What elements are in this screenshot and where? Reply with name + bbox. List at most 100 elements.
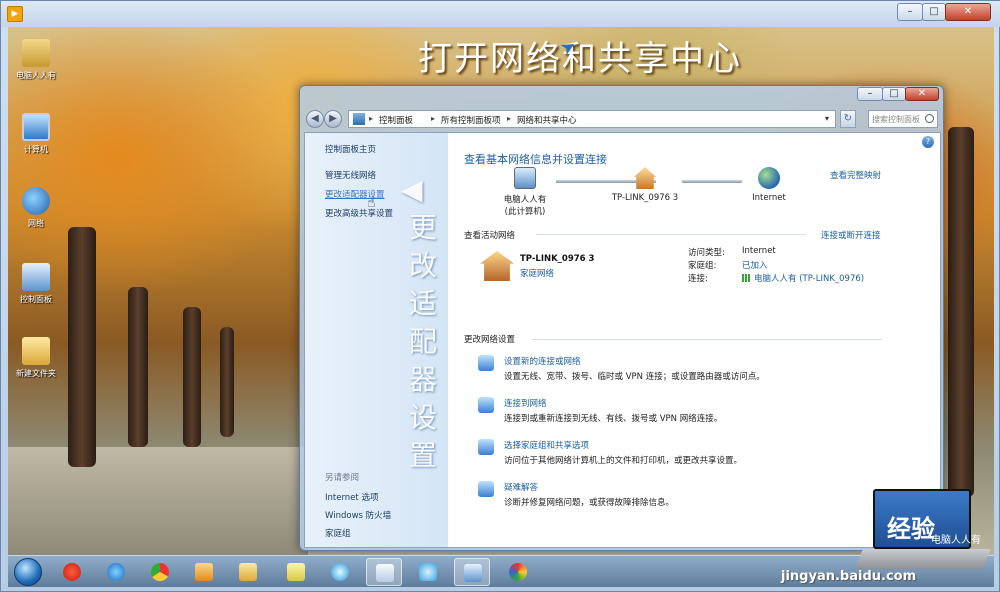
taskbar-item-explorer[interactable] <box>230 558 266 586</box>
search-input[interactable]: 搜索控制面板 <box>868 110 938 128</box>
desktop-icon-control-panel[interactable]: 控制面板 <box>8 263 66 305</box>
sidebar-control-panel-home[interactable]: 控制面板主页 <box>325 143 376 155</box>
change-settings-header: 更改网络设置 <box>464 335 516 345</box>
search-icon <box>925 114 934 123</box>
control-panel-icon <box>353 113 365 125</box>
taskbar-item-ie[interactable] <box>98 558 134 586</box>
taskbar-item-notes[interactable] <box>278 558 314 586</box>
chrome-icon <box>151 563 169 581</box>
task-description: 访问位于其他网络计算机上的文件和打印机，或更改共享设置。 <box>504 456 743 466</box>
hand-cursor-icon: ☝ <box>367 195 376 211</box>
address-bar[interactable]: ▸ 控制面板 ▸ 所有控制面板项 ▸ 网络和共享中心 ▾ <box>348 110 836 128</box>
player-maximize-button[interactable]: □ <box>922 3 946 21</box>
desktop-icon-network[interactable]: 网络 <box>8 187 66 229</box>
map-node-internet: Internet <box>724 167 814 203</box>
task-title-link[interactable]: 设置新的连接或网络 <box>504 355 581 367</box>
taskbar-item-chrome[interactable] <box>142 558 178 586</box>
network-icon <box>419 563 437 581</box>
homegroup-value-link[interactable]: 已加入 <box>742 259 768 271</box>
main-panel: ? 查看基本网络信息并设置连接 查看完整映射 电脑人人有 (此计算机) TP-L… <box>448 133 940 547</box>
ie-icon <box>107 563 125 581</box>
player-icon[interactable]: ▶ <box>7 6 23 22</box>
connection-value-link[interactable]: 电脑人人有 (TP-LINK_0976) <box>742 272 864 284</box>
browser-360-icon <box>331 563 349 581</box>
desktop-icon-new-folder[interactable]: 新建文件夹 <box>8 337 66 379</box>
taskbar-item-control-panel[interactable] <box>454 558 490 586</box>
refresh-button[interactable]: ↻ <box>840 110 856 128</box>
network-sharing-center-window: – □ ✕ ◀ ▶ ▸ 控制面板 ▸ 所有控制面板项 ▸ 网络和共享中心 ▾ ↻… <box>299 85 944 551</box>
connection-label: 连接: <box>688 274 708 284</box>
task-title-link[interactable]: 疑难解答 <box>504 481 538 493</box>
forward-button[interactable]: ▶ <box>324 110 342 128</box>
sidebar-item-homegroup[interactable]: 家庭组 <box>325 527 351 539</box>
task-description: 连接到或重新连接到无线、有线、拨号或 VPN 网络连接。 <box>504 414 723 424</box>
wallpaper-tree-trunk <box>68 227 96 467</box>
breadcrumb-all-items[interactable]: 所有控制面板项 <box>441 114 501 126</box>
help-icon[interactable]: ? <box>922 136 934 148</box>
page-title: 查看基本网络信息并设置连接 <box>464 153 607 166</box>
start-button[interactable] <box>14 558 42 586</box>
map-node-label: 电脑人人有 <box>503 195 547 205</box>
map-node-sublabel: (此计算机) <box>504 207 546 217</box>
breadcrumb-network-center[interactable]: 网络和共享中心 <box>517 114 577 126</box>
taskbar-item-360[interactable] <box>322 558 358 586</box>
sidebar-item-change-adapter[interactable]: 更改适配器设置 <box>325 188 385 200</box>
troubleshoot-icon <box>478 481 494 497</box>
wallpaper-tree-trunk <box>128 287 148 447</box>
map-node-label: Internet <box>752 193 786 203</box>
banner-title: 打开网络和共享中心 <box>418 39 742 79</box>
wallpaper-tree-trunk <box>948 127 974 497</box>
taskbar-item-media[interactable] <box>186 558 222 586</box>
window-maximize-button[interactable]: □ <box>882 87 906 101</box>
window-caption: – □ ✕ <box>300 86 943 108</box>
taskbar-item-word[interactable] <box>366 558 402 586</box>
sidebar-item-manage-wireless[interactable]: 管理无线网络 <box>325 169 376 181</box>
see-full-map-link[interactable]: 查看完整映射 <box>830 169 881 181</box>
desktop-icon-user-folder[interactable]: 电脑人人有 <box>8 39 66 81</box>
access-type-value: Internet <box>742 246 776 256</box>
computer-icon <box>22 113 50 141</box>
breadcrumb-control-panel[interactable]: 控制面板 <box>379 114 413 126</box>
window-minimize-button[interactable]: – <box>857 87 883 101</box>
connect-disconnect-link[interactable]: 连接或断开连接 <box>821 229 881 241</box>
back-button[interactable]: ◀ <box>306 110 324 128</box>
sidebar-item-advanced-sharing[interactable]: 更改高级共享设置 <box>325 207 393 219</box>
sidebar-item-internet-options[interactable]: Internet 选项 <box>325 491 378 503</box>
window-content: 控制面板主页 管理无线网络 更改适配器设置 更改高级共享设置 ☝ ◀ 更改适配器… <box>304 132 941 548</box>
player-minimize-button[interactable]: – <box>897 3 923 21</box>
breadcrumb-separator: ▸ <box>507 114 512 123</box>
breadcrumb-separator: ▸ <box>431 114 436 123</box>
navigation-bar: ◀ ▶ ▸ 控制面板 ▸ 所有控制面板项 ▸ 网络和共享中心 ▾ ↻ 搜索控制面… <box>304 108 940 132</box>
taskbar-item-paint[interactable] <box>500 558 536 586</box>
search-placeholder: 搜索控制面板 <box>872 115 920 124</box>
taskbar-item-network[interactable] <box>410 558 446 586</box>
network-type-link[interactable]: 家庭网络 <box>520 267 554 279</box>
player-close-button[interactable]: ✕ <box>945 3 991 21</box>
divider <box>536 234 806 235</box>
sidebar: 控制面板主页 管理无线网络 更改适配器设置 更改高级共享设置 ☝ ◀ 更改适配器… <box>305 133 448 547</box>
divider <box>532 339 882 340</box>
folder-icon <box>22 39 50 67</box>
sidebar-item-windows-firewall[interactable]: Windows 防火墙 <box>325 509 391 521</box>
watermark-baidu-logo: Baidu <box>771 509 873 544</box>
task-title-link[interactable]: 选择家庭组和共享选项 <box>504 439 589 451</box>
network-name: TP-LINK_0976 3 <box>520 254 595 264</box>
window-close-button[interactable]: ✕ <box>905 87 939 101</box>
globe-icon <box>758 167 780 189</box>
folder-icon <box>239 563 257 581</box>
access-type-label: 访问类型: <box>688 248 725 258</box>
address-dropdown-icon[interactable]: ▾ <box>821 112 833 126</box>
desktop-icon-label: 网络 <box>28 219 44 228</box>
wifi-signal-icon <box>742 274 752 282</box>
house-icon <box>634 167 656 189</box>
connect-network-icon <box>478 397 494 413</box>
paint-icon <box>509 563 527 581</box>
homegroup-icon <box>478 439 494 455</box>
document-icon <box>376 564 394 582</box>
desktop-icon-computer[interactable]: 计算机 <box>8 113 66 155</box>
taskbar-item[interactable] <box>54 558 90 586</box>
home-network-icon <box>480 251 514 281</box>
app-icon <box>63 563 81 581</box>
task-title-link[interactable]: 连接到网络 <box>504 397 547 409</box>
wallpaper-tree-trunk <box>183 307 201 447</box>
